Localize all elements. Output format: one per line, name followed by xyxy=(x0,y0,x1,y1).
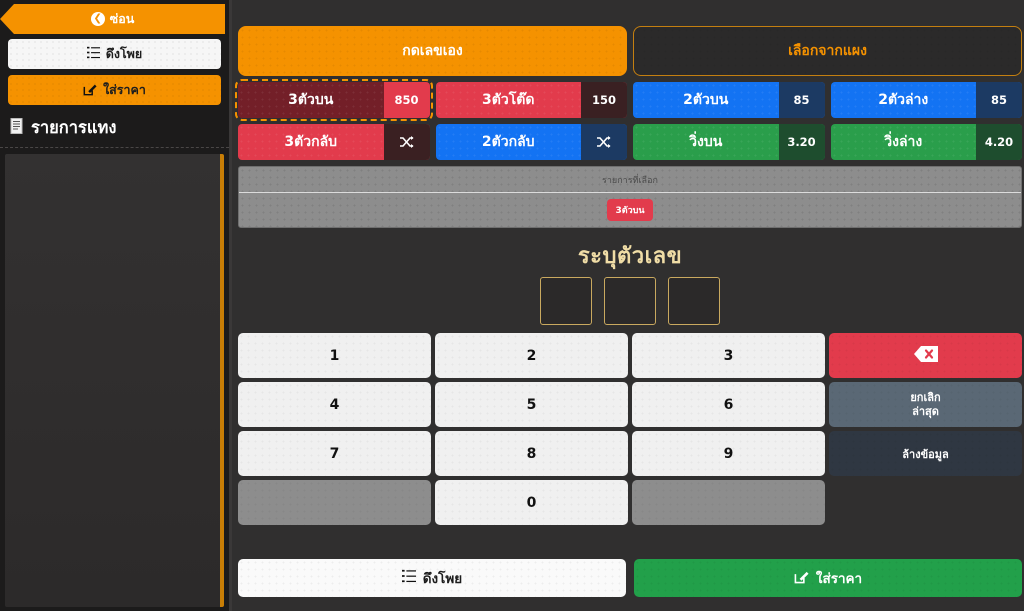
bet-type-run-bottom-payout: 4.20 xyxy=(976,124,1022,160)
mode-tabs: กดเลขเอง เลือกจากแผง xyxy=(238,4,1022,78)
hide-sidebar-button[interactable]: ❮ ซ่อน xyxy=(0,4,225,34)
key-backspace[interactable] xyxy=(829,333,1022,378)
bet-type-2-bottom[interactable]: 2ตัวล่าง 85 xyxy=(830,82,1022,118)
hide-sidebar-label: ซ่อน xyxy=(109,11,135,26)
key-undo-last[interactable]: ยกเลิก ล่าสุด xyxy=(829,382,1022,427)
chevron-left-circle-icon: ❮ xyxy=(90,12,105,26)
bet-type-2-top[interactable]: 2ตัวบน 85 xyxy=(633,82,825,118)
digit-box-1[interactable] xyxy=(540,277,592,325)
bet-type-2-reverse[interactable]: 2ตัวกลับ xyxy=(435,124,627,160)
sidebar-set-price-button[interactable]: ใส่ราคา xyxy=(8,75,221,105)
edit-square-icon xyxy=(83,82,97,99)
key-9[interactable]: 9 xyxy=(632,431,825,476)
list-icon xyxy=(86,46,100,62)
footer-actions: ดึงโพย ใส่ราคา xyxy=(238,555,1022,611)
sidebar-list-title-label: รายการแทง xyxy=(31,118,117,137)
set-price-label: ใส่ราคา xyxy=(815,571,863,587)
key-undo-last-line1: ยกเลิก xyxy=(910,390,941,404)
key-3[interactable]: 3 xyxy=(632,333,825,378)
edit-square-icon xyxy=(794,569,809,588)
digit-box-2[interactable] xyxy=(604,277,656,325)
shuffle-icon xyxy=(581,124,627,160)
selected-items-panel: รายการที่เลือก 3ตัวบน xyxy=(238,166,1022,228)
selected-items-header: รายการที่เลือก xyxy=(239,167,1021,193)
bet-type-2-top-payout: 85 xyxy=(778,82,825,118)
sidebar-bet-list[interactable] xyxy=(5,154,224,607)
key-7[interactable]: 7 xyxy=(238,431,431,476)
digit-boxes xyxy=(238,277,1022,333)
bet-type-grid: 3ตัวบน 850 3ตัวโต๊ด 150 2ตัวบน 85 2ตัวล่… xyxy=(235,78,1022,164)
key-0[interactable]: 0 xyxy=(435,480,628,525)
bet-type-run-top[interactable]: วิ่งบน 3.20 xyxy=(633,124,825,160)
main-panel: กดเลขเอง เลือกจากแผง 3ตัวบน 850 3ตัวโต๊ด… xyxy=(232,0,1024,611)
key-1[interactable]: 1 xyxy=(238,333,431,378)
key-blank-right xyxy=(632,480,825,525)
key-undo-last-line2: ล่าสุด xyxy=(912,404,939,418)
bet-type-2-bottom-label: 2ตัวล่าง xyxy=(878,92,929,108)
bet-type-3-reverse-label: 3ตัวกลับ xyxy=(284,134,338,150)
set-price-button[interactable]: ใส่ราคา xyxy=(634,559,1022,597)
pull-slip-label: ดึงโพย xyxy=(422,571,463,587)
sidebar: ❮ ซ่อน ดึงโพย ใส่ราคา รายการแทง xyxy=(0,0,232,611)
bet-type-2-top-label: 2ตัวบน xyxy=(683,92,729,108)
page-title: ระบุตัวเลข xyxy=(577,244,683,269)
key-8[interactable]: 8 xyxy=(435,431,628,476)
bet-type-run-top-label: วิ่งบน xyxy=(689,134,723,150)
bet-type-3-top-label: 3ตัวบน xyxy=(288,92,334,108)
key-5[interactable]: 5 xyxy=(435,382,628,427)
bet-type-3-top[interactable]: 3ตัวบน 850 xyxy=(235,79,433,121)
key-empty-slot xyxy=(829,480,1022,525)
tab-choose-from-board-label: เลือกจากแผง xyxy=(788,43,867,59)
shuffle-icon xyxy=(383,124,430,160)
key-blank-left xyxy=(238,480,431,525)
tab-manual-entry-label: กดเลขเอง xyxy=(402,43,463,59)
numeric-keypad: 1 2 3 4 5 6 ยกเลิก ล่าสุด 7 8 9 ล้างข้อม… xyxy=(238,333,1022,531)
key-2[interactable]: 2 xyxy=(435,333,628,378)
digit-box-3[interactable] xyxy=(668,277,720,325)
tab-manual-entry[interactable]: กดเลขเอง xyxy=(238,26,627,76)
bet-type-3-reverse[interactable]: 3ตัวกลับ xyxy=(238,124,430,160)
sidebar-pull-slip-button[interactable]: ดึงโพย xyxy=(8,39,221,69)
bet-type-2-reverse-label: 2ตัวกลับ xyxy=(481,134,535,150)
status-badge[interactable]: 3ตัวบน xyxy=(607,199,653,221)
app-root: ❮ ซ่อน ดึงโพย ใส่ราคา รายการแทง กดเลขเอง… xyxy=(0,0,1024,611)
bet-type-3-tote-payout: 150 xyxy=(581,82,627,118)
tab-choose-from-board[interactable]: เลือกจากแผง xyxy=(633,26,1022,76)
key-6[interactable]: 6 xyxy=(632,382,825,427)
pull-slip-button[interactable]: ดึงโพย xyxy=(238,559,626,597)
bet-type-3-tote-label: 3ตัวโต๊ด xyxy=(482,92,535,108)
sidebar-list-title: รายการแทง xyxy=(0,111,229,148)
selected-items-body: 3ตัวบน xyxy=(239,193,1021,227)
key-clear-all[interactable]: ล้างข้อมูล xyxy=(829,431,1022,476)
bet-type-3-tote[interactable]: 3ตัวโต๊ด 150 xyxy=(435,82,627,118)
bet-type-run-bottom[interactable]: วิ่งล่าง 4.20 xyxy=(830,124,1022,160)
receipt-icon xyxy=(10,118,24,138)
bet-type-2-bottom-payout: 85 xyxy=(976,82,1022,118)
bet-type-3-top-payout: 850 xyxy=(383,82,430,118)
bet-type-run-bottom-label: วิ่งล่าง xyxy=(884,134,923,150)
list-icon xyxy=(401,569,416,587)
bet-type-run-top-payout: 3.20 xyxy=(778,124,825,160)
backspace-icon xyxy=(913,345,939,367)
sidebar-set-price-label: ใส่ราคา xyxy=(103,82,146,97)
key-4[interactable]: 4 xyxy=(238,382,431,427)
sidebar-pull-slip-label: ดึงโพย xyxy=(105,46,143,61)
